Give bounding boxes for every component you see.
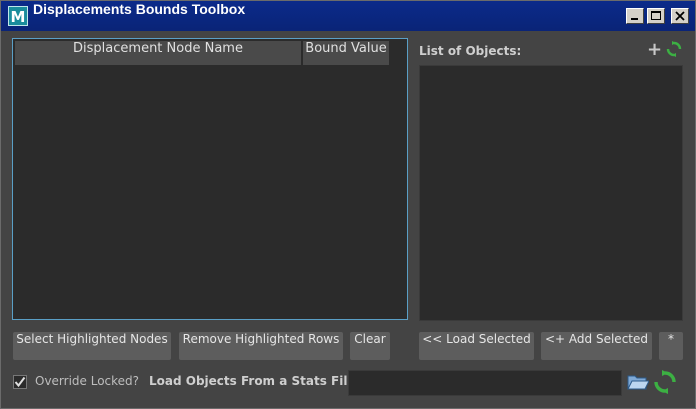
column-header-node-name[interactable]: Displacement Node Name (15, 41, 302, 65)
maximize-button[interactable] (647, 8, 665, 24)
folder-open-icon[interactable] (627, 372, 649, 392)
displacement-table[interactable]: Displacement Node Name Bound Value (12, 38, 408, 320)
minimize-icon (631, 18, 638, 20)
maximize-icon (651, 11, 661, 20)
close-icon (675, 11, 685, 21)
objects-list[interactable] (419, 65, 683, 321)
checkmark-icon (14, 376, 26, 388)
minimize-button[interactable] (626, 8, 644, 24)
maya-app-icon: M (8, 6, 28, 26)
refresh-icon[interactable] (653, 370, 677, 394)
override-locked-label: Override Locked? (35, 374, 140, 388)
add-selected-button[interactable]: <+ Add Selected (541, 332, 652, 360)
stats-file-input[interactable] (348, 370, 622, 396)
load-selected-button[interactable]: << Load Selected (419, 332, 534, 360)
stats-file-label: Load Objects From a Stats File: (149, 374, 361, 388)
select-highlighted-nodes-button[interactable]: Select Highlighted Nodes (13, 332, 171, 360)
window-title: Displacements Bounds Toolbox (33, 1, 246, 17)
title-bar[interactable]: M Displacements Bounds Toolbox (1, 1, 695, 31)
refresh-icon[interactable] (666, 41, 682, 57)
plus-icon[interactable]: + (647, 40, 662, 60)
remove-highlighted-rows-button[interactable]: Remove Highlighted Rows (179, 332, 343, 360)
column-header-bound-value[interactable]: Bound Value (303, 41, 389, 65)
list-of-objects-label: List of Objects: (419, 44, 522, 58)
clear-button[interactable]: Clear (350, 332, 390, 360)
toolbox-window: M Displacements Bounds Toolbox Displacem… (0, 0, 696, 409)
override-locked-checkbox[interactable] (13, 375, 27, 389)
star-button[interactable]: * (659, 332, 683, 360)
close-button[interactable] (671, 8, 689, 24)
